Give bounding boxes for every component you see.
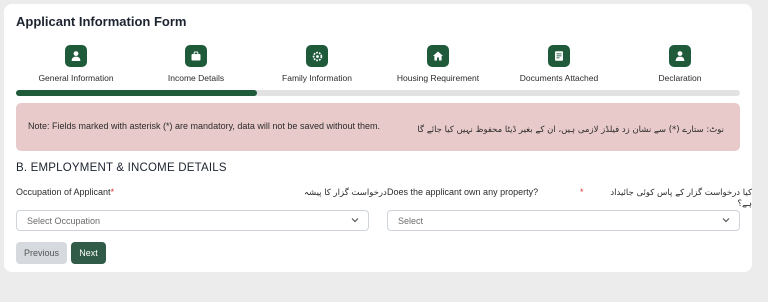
person-icon xyxy=(669,45,691,67)
occupation-label-text: Occupation of Applicant xyxy=(16,187,111,197)
property-label: Does the applicant own any property? xyxy=(387,187,539,197)
form-title: Applicant Information Form xyxy=(16,14,187,29)
occupation-select[interactable]: Select Occupation xyxy=(16,210,369,231)
previous-button[interactable]: Previous xyxy=(16,242,67,264)
home-icon xyxy=(427,45,449,67)
required-marker: * xyxy=(580,187,584,197)
occupation-select-value: Select Occupation xyxy=(27,216,101,226)
document-icon xyxy=(548,45,570,67)
required-marker: * xyxy=(110,187,115,197)
progress-bar xyxy=(16,90,740,96)
occupation-label-urdu: درخواست گزار کا پیشہ xyxy=(304,188,387,198)
section-title: B. EMPLOYMENT & INCOME DETAILS xyxy=(16,162,227,174)
gear-icon xyxy=(306,45,328,67)
chevron-down-icon xyxy=(722,218,730,223)
property-select[interactable]: Select xyxy=(387,210,740,231)
mandatory-note: Note: Fields marked with asterisk (*) ar… xyxy=(16,103,740,151)
chevron-down-icon xyxy=(351,218,359,223)
briefcase-icon xyxy=(185,45,207,67)
progress-fill xyxy=(16,90,258,96)
form-card: Applicant Information Form General Infor… xyxy=(4,4,752,272)
next-button[interactable]: Next xyxy=(71,242,106,264)
person-icon xyxy=(65,45,87,67)
step-declaration[interactable]: Declaration xyxy=(605,45,755,83)
step-label: Declaration xyxy=(658,73,702,83)
property-select-value: Select xyxy=(398,216,424,226)
property-label-urdu: کیا درخواست گزار کے پاس کوئی جائیداد ہے؟ xyxy=(610,188,752,209)
note-text-english: Note: Fields marked with asterisk (*) ar… xyxy=(28,121,380,131)
occupation-label: Occupation of Applicant* xyxy=(16,187,114,197)
note-text-urdu: نوٹ: ستارے (*) سے نشان زد فیلڈز لازمی ہی… xyxy=(417,125,724,135)
